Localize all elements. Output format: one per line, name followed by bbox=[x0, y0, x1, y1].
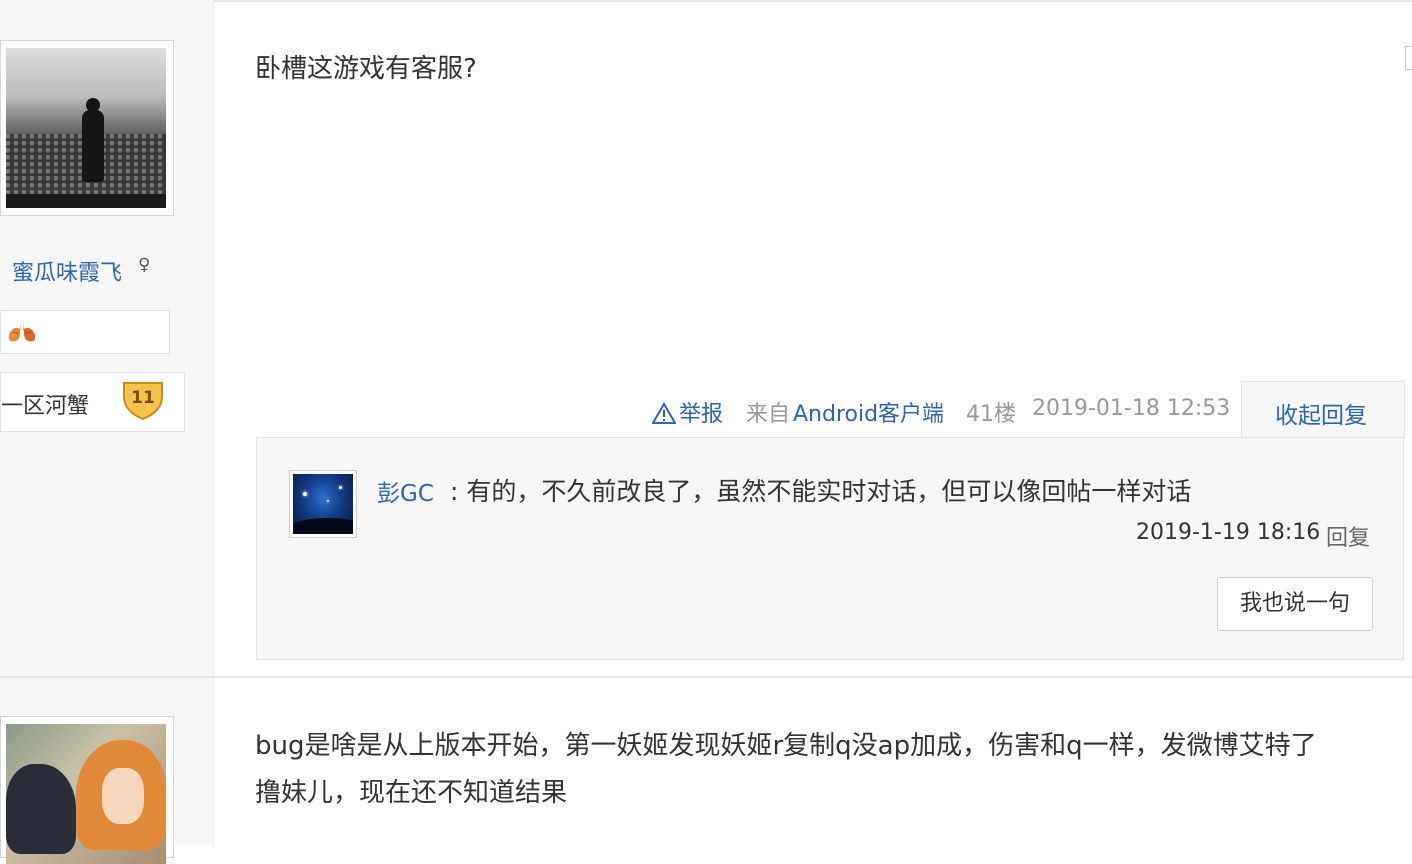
lung-icon[interactable] bbox=[7, 321, 37, 343]
corner-mark bbox=[1405, 46, 1412, 70]
post2-content-line: 撸妹儿，现在还不知道结果 bbox=[255, 778, 568, 808]
reply-link[interactable]: 回复 bbox=[1326, 520, 1370, 552]
client-link[interactable]: Android客户端 bbox=[793, 396, 944, 428]
post-time: 2019-01-18 12:53 bbox=[1032, 396, 1231, 421]
from-label: 来自 bbox=[746, 402, 791, 427]
report-label: 举报 bbox=[679, 402, 724, 427]
avatar-image bbox=[6, 48, 166, 208]
avatar-image-2 bbox=[6, 724, 166, 864]
reply-avatar[interactable] bbox=[289, 470, 357, 538]
level-box: 一区河蟹 11 bbox=[0, 372, 185, 432]
collapse-reply-label[interactable]: 收起回复 bbox=[1275, 396, 1367, 430]
author-avatar-2[interactable] bbox=[0, 716, 174, 864]
warning-icon bbox=[651, 402, 677, 424]
reply-username[interactable]: 彭GC bbox=[377, 474, 434, 508]
report-link[interactable]: 举报 bbox=[651, 396, 724, 428]
floor-number: 41楼 bbox=[966, 402, 1016, 427]
reply-time: 2019-1-19 18:16 bbox=[1136, 520, 1321, 545]
say-something-button[interactable]: 我也说一句 bbox=[1217, 577, 1373, 631]
post2-content-line: bug是啥是从上版本开始，第一妖姬发现妖姬r复制q没ap加成，伤害和q一样，发微… bbox=[255, 731, 1317, 761]
reply-text: : 有的，不久前改良了，虽然不能实时对话，但可以像回帖一样对话 bbox=[450, 477, 1192, 506]
author-username[interactable]: 蜜瓜味霞飞 bbox=[12, 255, 122, 287]
level-number: 11 bbox=[131, 388, 155, 408]
level-shield-icon[interactable]: 11 bbox=[121, 379, 165, 421]
gender-icon: ♀ bbox=[138, 255, 151, 275]
level-name: 一区河蟹 bbox=[1, 394, 90, 419]
post-divider bbox=[0, 676, 1412, 678]
collapse-reply-tab[interactable]: 收起回复 bbox=[1241, 381, 1405, 439]
post-content: 卧槽这游戏有客服? bbox=[255, 54, 477, 84]
author-avatar[interactable] bbox=[0, 40, 174, 216]
badge-box bbox=[0, 310, 170, 354]
reply-box: 彭GC : 有的，不久前改良了，虽然不能实时对话，但可以像回帖一样对话 2019… bbox=[256, 437, 1404, 660]
